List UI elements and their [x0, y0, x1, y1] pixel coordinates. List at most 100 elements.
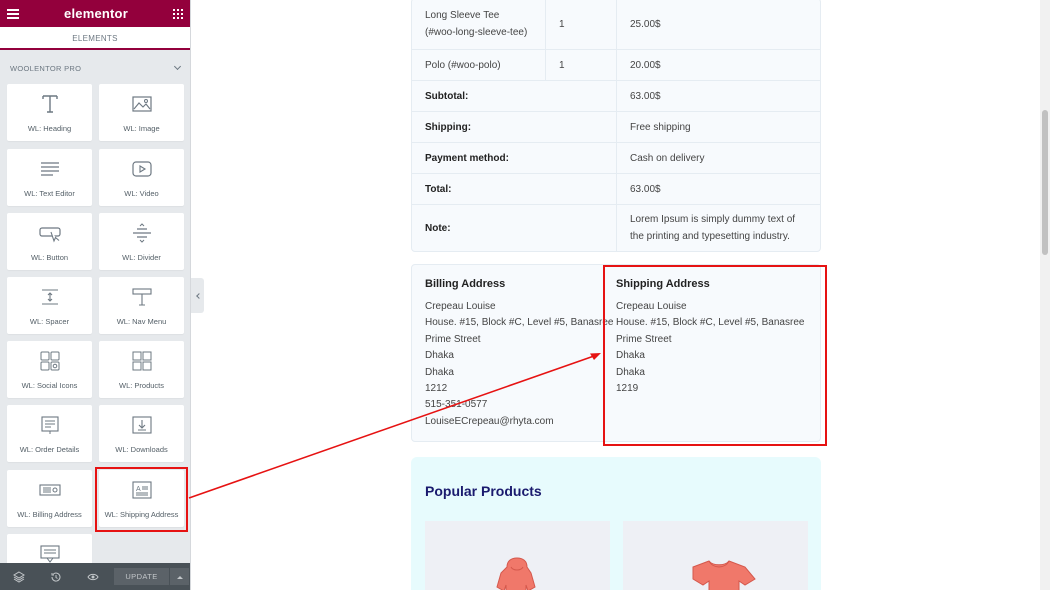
order-details-icon — [40, 416, 59, 434]
product-price: 25.00$ — [617, 0, 820, 50]
widget-divider[interactable]: WL: Divider — [99, 213, 184, 270]
widget-label: WL: Billing Address — [17, 510, 82, 519]
widget-label: WL: Video — [124, 189, 159, 198]
eye-icon — [86, 573, 99, 580]
scrollbar[interactable] — [1040, 0, 1050, 590]
preview-button[interactable] — [74, 563, 111, 590]
widget-label: WL: Products — [118, 381, 164, 390]
subtotal-value: 63.00$ — [617, 81, 820, 112]
widget-billing-address[interactable]: WL: Billing Address — [7, 470, 92, 527]
widget-order-details[interactable]: WL: Order Details — [7, 405, 92, 462]
button-icon — [38, 227, 61, 243]
subtotal-label: Subtotal: — [412, 81, 617, 112]
section-title: WOOLENTOR PRO — [10, 63, 82, 73]
shipping-label: Shipping: — [412, 112, 617, 143]
widget-label: WL: Text Editor — [24, 189, 75, 198]
billing-line: Dhaka — [425, 350, 454, 362]
billing-line: Prime Street — [425, 333, 481, 345]
widget-nav-menu[interactable]: WL: Nav Menu — [99, 277, 184, 334]
layers-icon — [12, 570, 25, 583]
payment-method-label: Payment method: — [412, 143, 617, 174]
video-icon — [131, 161, 152, 177]
total-label: Total: — [412, 174, 617, 205]
widget-heading[interactable]: WL: Heading — [7, 84, 92, 141]
elementor-logo: elementor — [64, 6, 128, 21]
billing-phone: 515-351-0577 — [425, 399, 488, 411]
product-qty: 1 — [545, 50, 617, 81]
panel-header: elementor — [0, 0, 190, 27]
widget-image[interactable]: WL: Image — [99, 84, 184, 141]
scrollbar-thumb[interactable] — [1042, 110, 1048, 255]
shipping-value: Free shipping — [617, 112, 820, 143]
panel-footer: UPDATE — [0, 563, 190, 590]
widget-products[interactable]: WL: Products — [99, 341, 184, 398]
widget-label: WL: Heading — [27, 124, 72, 133]
divider-icon — [132, 223, 151, 243]
billing-address-icon — [38, 484, 61, 496]
widget-label: WL: Nav Menu — [116, 317, 167, 326]
menu-icon[interactable] — [7, 8, 19, 19]
product-card[interactable] — [425, 521, 610, 590]
popular-products-title: Popular Products — [425, 483, 542, 499]
apps-grid-icon[interactable] — [173, 8, 183, 19]
billing-line: House. #15, Block #C, Level #5, Banasree — [425, 317, 614, 329]
widget-label: WL: Button — [30, 253, 69, 262]
widget-social-icons[interactable]: WL: Social Icons — [7, 341, 92, 398]
caret-up-icon — [176, 575, 183, 579]
navigator-button[interactable] — [0, 563, 37, 590]
product-name: Polo (#woo-polo) — [412, 50, 545, 81]
widget-label: WL: Social Icons — [21, 381, 78, 390]
social-icons-icon — [40, 351, 59, 371]
panel-collapse-toggle[interactable] — [191, 278, 204, 313]
shipping-highlight-box — [603, 265, 827, 446]
table-row: Payment method: Cash on delivery — [412, 143, 820, 174]
widget-video[interactable]: WL: Video — [99, 149, 184, 206]
image-icon — [131, 96, 152, 112]
widget-button[interactable]: WL: Button — [7, 213, 92, 270]
payment-method-value: Cash on delivery — [617, 143, 820, 174]
widget-spacer[interactable]: WL: Spacer — [7, 277, 92, 334]
billing-address: Billing Address Crepeau Louise House. #1… — [425, 278, 615, 430]
note-value: Lorem Ipsum is simply dummy text of the … — [630, 214, 796, 242]
order-details-table: Long Sleeve Tee (#woo-long-sleeve-tee) 1… — [411, 0, 821, 252]
widget-label: WL: Image — [123, 124, 160, 133]
popular-products-section: Popular Products — [411, 457, 821, 590]
chevron-down-icon — [173, 62, 182, 71]
table-row: Long Sleeve Tee (#woo-long-sleeve-tee) 1… — [412, 0, 820, 50]
billing-line: Dhaka — [425, 366, 454, 378]
comment-icon — [39, 545, 60, 563]
tshirt-image — [692, 560, 756, 590]
total-value: 63.00$ — [617, 174, 820, 205]
widget-label: WL: Spacer — [29, 317, 70, 326]
billing-address-title: Billing Address — [425, 278, 506, 290]
tab-elements[interactable]: ELEMENTS — [0, 27, 190, 50]
history-button[interactable] — [37, 563, 74, 590]
billing-line: Crepeau Louise — [425, 301, 496, 312]
table-row: Shipping: Free shipping — [412, 112, 820, 143]
product-name: Long Sleeve Tee (#woo-long-sleeve-tee) — [412, 0, 545, 50]
product-qty: 1 — [545, 0, 617, 50]
table-row: Total: 63.00$ — [412, 174, 820, 205]
nav-menu-icon — [131, 288, 152, 306]
product-price: 20.00$ — [617, 50, 820, 81]
table-row: Subtotal: 63.00$ — [412, 81, 820, 112]
widget-label: WL: Divider — [122, 253, 161, 262]
widget-label: WL: Order Details — [19, 445, 80, 454]
chevron-left-icon — [195, 292, 202, 299]
hoodie-image — [496, 557, 536, 590]
heading-icon — [41, 95, 58, 113]
update-button[interactable]: UPDATE — [114, 568, 169, 585]
update-options-button[interactable] — [170, 568, 189, 585]
downloads-icon — [131, 416, 152, 434]
table-row: Polo (#woo-polo) 1 20.00$ — [412, 50, 820, 81]
widget-downloads[interactable]: WL: Downloads — [99, 405, 184, 462]
table-row: Note: Lorem Ipsum is simply dummy text o… — [412, 205, 820, 251]
text-editor-icon — [40, 162, 59, 176]
billing-line: 1212 — [425, 383, 448, 395]
widget-text-editor[interactable]: WL: Text Editor — [7, 149, 92, 206]
widget-highlight-box — [95, 467, 188, 532]
billing-email: LouiseECrepeau@rhyta.com — [425, 415, 554, 427]
section-woolentor-pro[interactable]: WOOLENTOR PRO — [0, 50, 190, 86]
widget-label: WL: Downloads — [115, 445, 168, 454]
product-card[interactable] — [623, 521, 808, 590]
